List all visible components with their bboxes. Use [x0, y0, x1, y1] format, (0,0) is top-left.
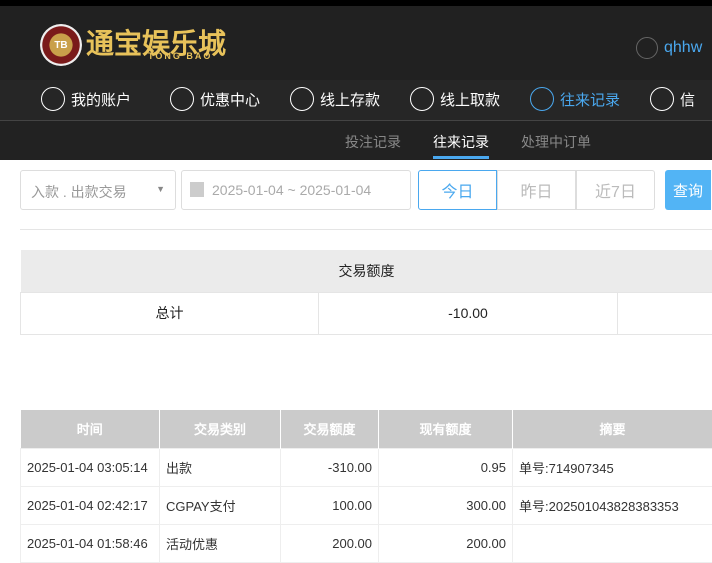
nav-item-label: 信 [680, 89, 695, 110]
date-range-value: 2025-01-04 ~ 2025-01-04 [212, 182, 371, 198]
type-select-value: 入款 . 出款交易 [31, 184, 127, 200]
table-cell: CGPAY支付 [160, 486, 281, 524]
table-cell: 200.00 [281, 524, 379, 562]
logo-text: 通宝娱乐城TONG BAO [86, 30, 226, 61]
logo-chip-icon: TB [40, 24, 82, 66]
tab-transaction-records[interactable]: 往来记录 [433, 132, 489, 152]
nav-item-0[interactable]: 我的账户 [41, 87, 131, 111]
records-icon [530, 87, 554, 111]
table-cell: 2025-01-04 02:42:17 [21, 486, 160, 524]
table-cell: 单号:714907345 [513, 448, 712, 486]
summary-table: 交易额度 总计-10.00 [20, 250, 712, 335]
nav-item-label: 线上存款 [320, 89, 380, 110]
summary-label: 总计 [21, 292, 319, 334]
table-row: 2025-01-04 01:58:46活动优惠200.00200.00 [21, 524, 712, 562]
column-header: 交易类别 [160, 410, 281, 448]
deposit-icon [290, 87, 314, 111]
username: qhhw [664, 39, 702, 57]
nav-item-4[interactable]: 往来记录 [530, 87, 620, 111]
tab-pending-orders[interactable]: 处理中订单 [521, 132, 591, 152]
table-cell: 2025-01-04 03:05:14 [21, 448, 160, 486]
nav-item-label: 我的账户 [71, 89, 131, 110]
table-row: 2025-01-04 02:42:17CGPAY支付100.00300.00单号… [21, 486, 712, 524]
type-select[interactable]: 入款 . 出款交易 ▼ [20, 170, 176, 210]
table-cell: 2025-01-04 01:58:46 [21, 524, 160, 562]
nav-item-3[interactable]: 线上取款 [410, 87, 500, 111]
table-cell: 出款 [160, 448, 281, 486]
calendar-icon [190, 182, 204, 197]
bell-icon [650, 87, 674, 111]
header: TB 通宝娱乐城TONG BAO qhhw [0, 6, 712, 80]
table-cell: 100.00 [281, 486, 379, 524]
column-header: 现有额度 [379, 410, 513, 448]
column-header: 时间 [21, 410, 160, 448]
nav-item-1[interactable]: 优惠中心 [170, 87, 260, 111]
main-nav: 我的账户 优惠中心 线上存款 线上取款 往来记录 信 [0, 80, 712, 121]
yesterday-button[interactable]: 昨日 [497, 170, 576, 210]
divider [20, 229, 712, 230]
chevron-down-icon: ▼ [156, 184, 165, 194]
search-button[interactable]: 查询 [665, 170, 711, 210]
nav-item-label: 往来记录 [560, 89, 620, 110]
user-icon [636, 37, 658, 59]
gift-icon [170, 87, 194, 111]
table-row: 2025-01-04 03:05:14出款-310.000.95单号:71490… [21, 448, 712, 486]
summary-value: -10.00 [319, 292, 618, 334]
table-cell: 0.95 [379, 448, 513, 486]
filters: 入款 . 出款交易 ▼ 2025-01-04 ~ 2025-01-04 今日 昨日… [20, 170, 711, 210]
nav-item-label: 线上取款 [440, 89, 500, 110]
nav-item-2[interactable]: 线上存款 [290, 87, 380, 111]
sub-nav: 投注记录 往来记录 处理中订单 [0, 121, 712, 160]
today-button[interactable]: 今日 [418, 170, 497, 210]
nav-item-5[interactable]: 信 [650, 87, 695, 111]
column-header: 交易额度 [281, 410, 379, 448]
last-7-days-button[interactable]: 近7日 [576, 170, 655, 210]
date-range-input[interactable]: 2025-01-04 ~ 2025-01-04 [181, 170, 411, 210]
nav-item-label: 优惠中心 [200, 89, 260, 110]
records-table: 时间交易类别交易额度现有额度摘要 2025-01-04 03:05:14出款-3… [20, 410, 712, 563]
user-menu[interactable]: qhhw [636, 37, 702, 59]
table-cell: 活动优惠 [160, 524, 281, 562]
table-cell: -310.00 [281, 448, 379, 486]
column-header: 摘要 [513, 410, 712, 448]
user-icon [41, 87, 65, 111]
table-cell: 200.00 [379, 524, 513, 562]
withdraw-icon [410, 87, 434, 111]
table-cell: 单号:202501043828383353 [513, 486, 712, 524]
summary-empty [618, 292, 712, 334]
logo[interactable]: TB 通宝娱乐城TONG BAO [40, 24, 226, 66]
table-cell [513, 524, 712, 562]
tab-bet-records[interactable]: 投注记录 [345, 132, 401, 152]
table-cell: 300.00 [379, 486, 513, 524]
summary-header: 交易额度 [21, 250, 712, 292]
